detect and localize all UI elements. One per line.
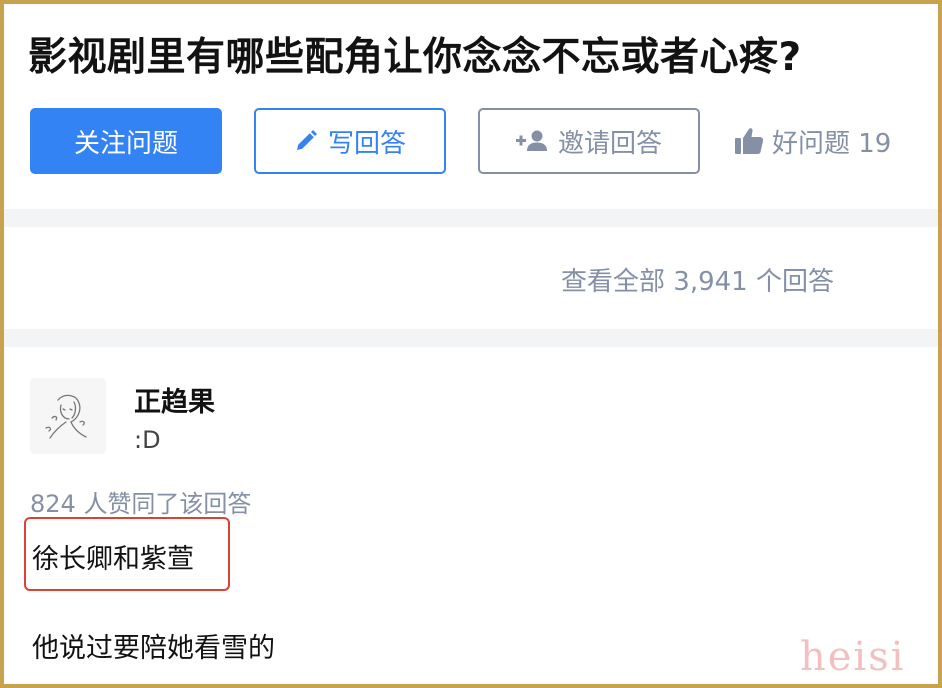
write-answer-label: 写回答 <box>327 128 406 159</box>
thumbs-up-icon <box>734 127 764 155</box>
good-question-label: 好问题 19 <box>772 128 892 159</box>
view-all-answers-link[interactable]: 查看全部 3,941 个回答 <box>4 229 938 329</box>
question-title: 影视剧里有哪些配角让你念念不忘或者心疼? <box>28 35 802 80</box>
follow-question-button[interactable]: 关注问题 <box>30 108 222 174</box>
add-person-icon <box>515 129 548 153</box>
invite-answer-button[interactable]: 邀请回答 <box>478 108 700 174</box>
pencil-icon <box>294 129 318 153</box>
follow-question-label: 关注问题 <box>73 128 178 159</box>
author-name[interactable]: 正趋果 <box>134 380 215 419</box>
good-question-button[interactable]: 好问题 19 <box>734 108 891 174</box>
watermark: heisi <box>800 634 906 680</box>
invite-answer-label: 邀请回答 <box>557 128 662 159</box>
answer-text-line: 徐长卿和紫萱 <box>32 544 194 575</box>
vote-count: 824 人赞同了该回答 <box>30 490 252 518</box>
section-divider <box>4 209 938 227</box>
avatar[interactable] <box>30 378 106 454</box>
section-divider <box>4 329 938 347</box>
page-frame: 影视剧里有哪些配角让你念念不忘或者心疼? 关注问题 写回答 邀请回答 好问题 1… <box>0 0 942 688</box>
author-bio: :D <box>134 426 161 454</box>
write-answer-button[interactable]: 写回答 <box>254 108 446 174</box>
view-all-answers-label: 查看全部 3,941 个回答 <box>561 266 834 297</box>
answer-text-line: 他说过要陪她看雪的 <box>32 633 275 664</box>
